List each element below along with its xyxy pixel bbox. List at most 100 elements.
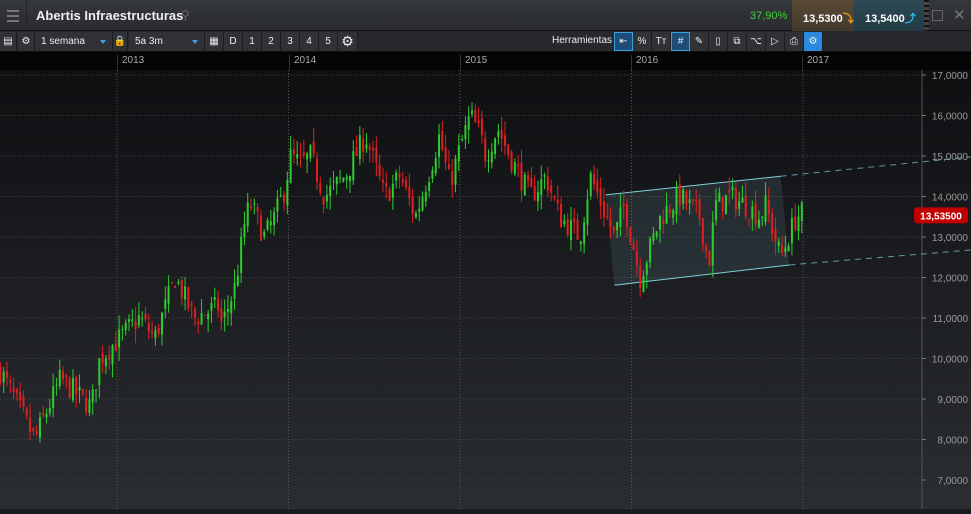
candle-body — [335, 177, 338, 185]
candle-body — [579, 241, 582, 245]
text-size-icon[interactable]: Tᴛ — [652, 32, 671, 51]
candle-body — [715, 200, 718, 221]
sell-button[interactable]: 13,5300⤵ — [792, 0, 854, 31]
candle-body — [32, 428, 35, 432]
candle-body — [372, 148, 375, 151]
y-tick-label: 9,0000 — [937, 395, 968, 406]
candle-body — [662, 219, 665, 224]
candle-body — [609, 217, 612, 228]
candle-body — [649, 238, 652, 263]
candle-icon[interactable]: ▯ — [709, 32, 728, 51]
candle-body — [75, 377, 78, 395]
tag-icon[interactable]: ▷ — [766, 32, 785, 51]
candle-body — [250, 205, 253, 208]
close-icon[interactable]: ✕ — [953, 6, 966, 24]
buy-button[interactable]: 13,5400⤴ — [854, 0, 924, 31]
candle-body — [273, 211, 276, 226]
indicator-icon[interactable]: ⌥ — [747, 32, 766, 51]
candle-body — [203, 315, 206, 317]
candle-body — [292, 149, 295, 155]
settings-tool-icon[interactable]: ⚙ — [804, 32, 823, 51]
range-select[interactable]: 5a 3m — [129, 32, 205, 51]
gear-icon[interactable]: ⚙ — [18, 32, 35, 51]
candle-body — [246, 202, 249, 227]
period-3-button[interactable]: 3 — [281, 32, 300, 51]
buy-price: 13,5400 — [865, 13, 905, 25]
maximize-icon[interactable] — [932, 10, 943, 21]
candle-body — [279, 195, 282, 197]
period-1-button[interactable]: 1 — [243, 32, 262, 51]
candle-body — [118, 329, 121, 348]
period-4-button[interactable]: 4 — [300, 32, 319, 51]
period-d-button[interactable]: D — [224, 32, 243, 51]
candle-body — [405, 180, 408, 188]
candle-body — [19, 391, 22, 401]
candle-body — [253, 203, 256, 205]
candle-body — [256, 207, 259, 212]
candle-body — [685, 191, 688, 205]
candle-body — [500, 129, 503, 139]
candle-body — [111, 345, 114, 365]
range-value: 5a 3m — [135, 36, 163, 47]
candle-body — [741, 197, 744, 203]
chart-toolbar: ▤ ⚙ 1 semana 🔒 5a 3m ▦ D 1 2 3 4 5 ⚙ Her… — [0, 31, 971, 52]
candle-body — [0, 366, 2, 383]
candle-body — [88, 399, 91, 413]
candle-body — [724, 194, 727, 215]
candle-body — [447, 164, 450, 170]
candle-body — [543, 174, 546, 177]
candle-body — [128, 319, 131, 323]
period-5-button[interactable]: 5 — [319, 32, 338, 51]
list-icon[interactable]: ▤ — [0, 32, 17, 51]
settings-icon[interactable]: ⚙ — [338, 32, 358, 51]
layers-icon[interactable]: ⧉ — [728, 32, 747, 51]
candle-body — [530, 178, 533, 187]
candle-body — [774, 229, 777, 242]
candle-body — [451, 171, 454, 186]
candle-body — [339, 177, 342, 179]
chart-canvas[interactable]: 17,0000 16,0000 15,0000 14,0000 13,0000 12,00… — [0, 70, 971, 509]
candle-body — [546, 176, 549, 191]
grid-icon[interactable]: # — [671, 32, 690, 51]
candle-body — [243, 223, 246, 238]
candle-body — [223, 311, 226, 318]
candle-body — [596, 180, 599, 193]
candle-body — [345, 176, 348, 180]
candle-body — [711, 222, 714, 266]
candle-body — [322, 197, 325, 205]
candle-body — [678, 184, 681, 206]
lock-icon[interactable]: 🔒 — [113, 32, 128, 51]
candle-body — [471, 110, 474, 115]
candle-body — [98, 358, 101, 386]
menu-icon[interactable] — [0, 0, 27, 31]
y-tick-label: 10,0000 — [932, 355, 969, 366]
candle-body — [787, 245, 790, 252]
candle-body — [95, 389, 98, 391]
candle-body — [375, 147, 378, 163]
arrow-up-icon: ⤴ — [904, 13, 916, 25]
candle-body — [639, 265, 642, 288]
arrow-in-icon[interactable]: ⇤ — [614, 32, 633, 51]
candle-body — [751, 206, 754, 219]
search-icon[interactable]: ⚲ — [181, 8, 193, 22]
candle-body — [503, 135, 506, 146]
candle-body — [58, 369, 61, 386]
channel-lower-extension — [789, 249, 971, 266]
period-2-button[interactable]: 2 — [262, 32, 281, 51]
draw-icon[interactable]: ✎ — [690, 32, 709, 51]
candle-body — [616, 221, 619, 231]
calendar-icon[interactable]: ▦ — [205, 32, 224, 51]
resize-grip[interactable] — [924, 0, 929, 31]
percent-icon[interactable]: % — [633, 32, 652, 51]
price-chart[interactable]: 17,0000 16,0000 15,0000 14,0000 13,0000 12,00… — [0, 70, 971, 509]
candle-body — [784, 247, 787, 252]
candle-body — [777, 241, 780, 246]
candle-body — [695, 199, 698, 202]
candle-body — [45, 413, 48, 418]
candle-body — [701, 218, 704, 245]
interval-select[interactable]: 1 semana — [35, 32, 113, 51]
candle-body — [467, 116, 470, 130]
print-icon[interactable]: ⎙ — [785, 32, 804, 51]
candle-body — [388, 189, 391, 202]
candle-body — [566, 219, 569, 236]
